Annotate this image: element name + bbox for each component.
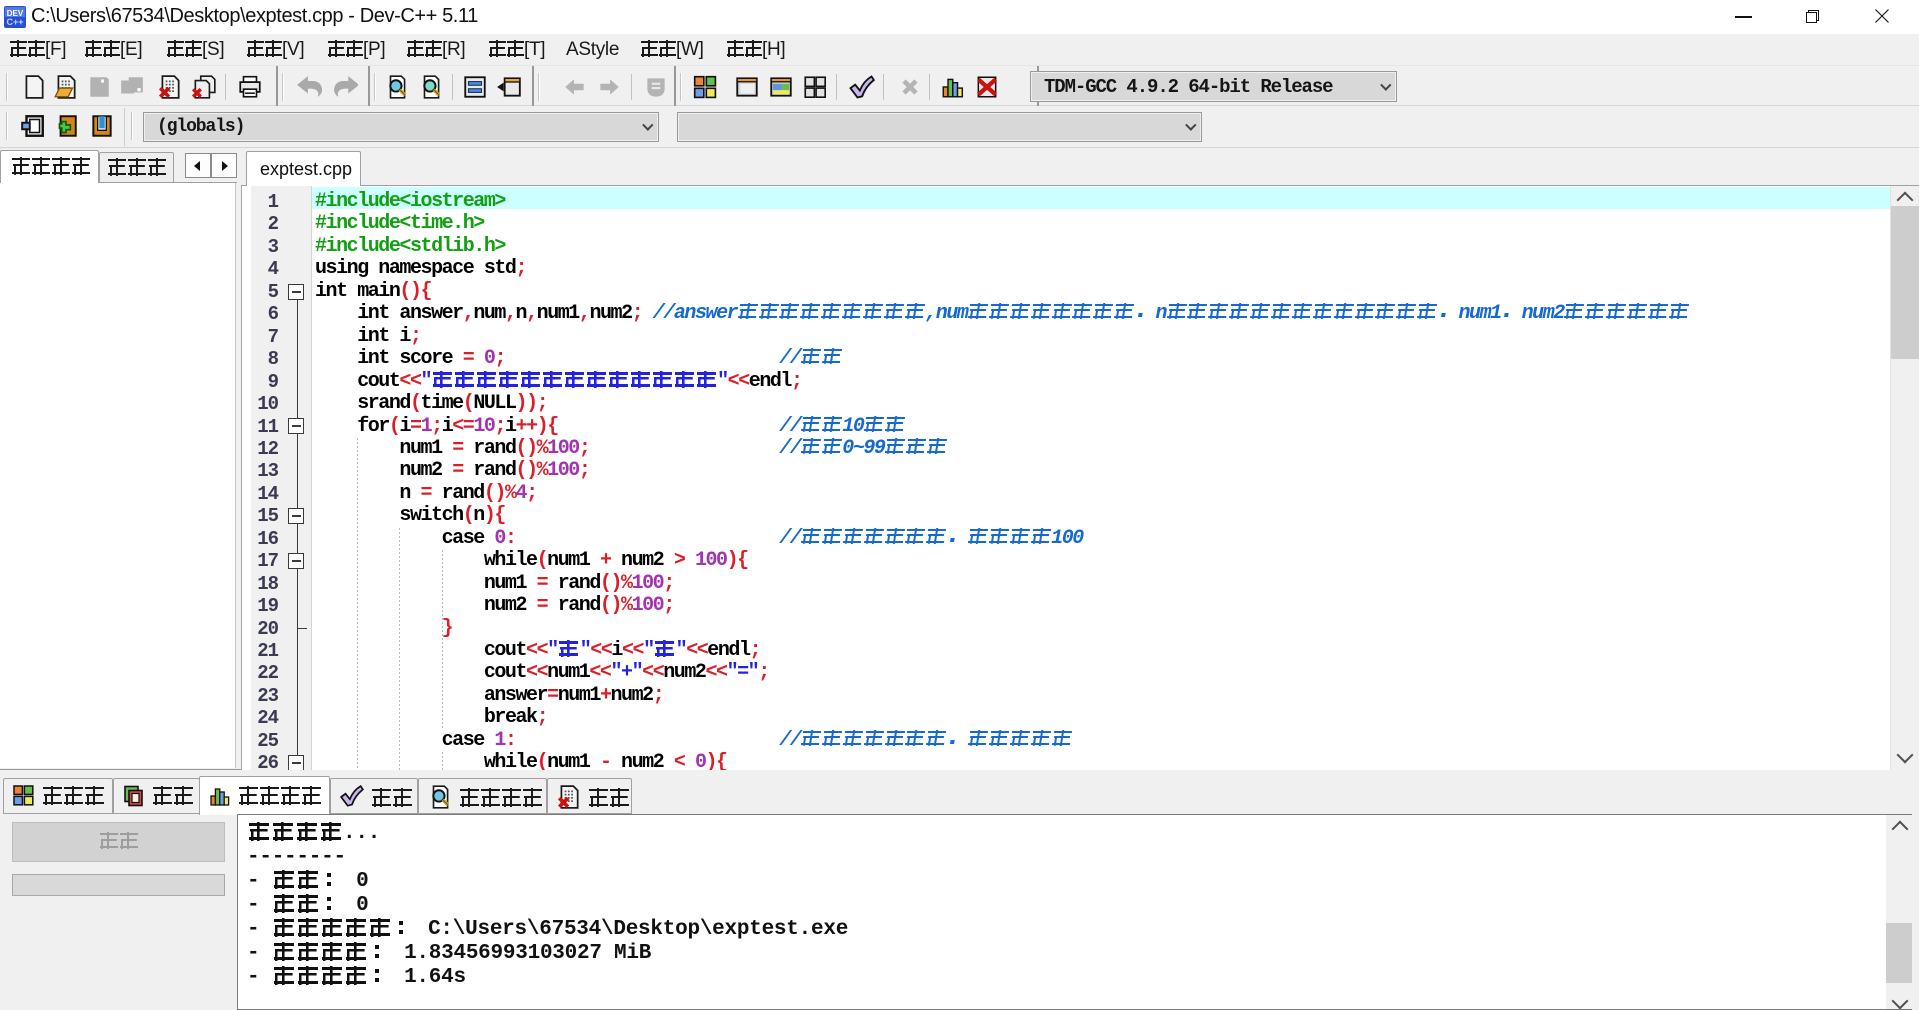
svg-text:C++: C++ xyxy=(6,17,23,27)
